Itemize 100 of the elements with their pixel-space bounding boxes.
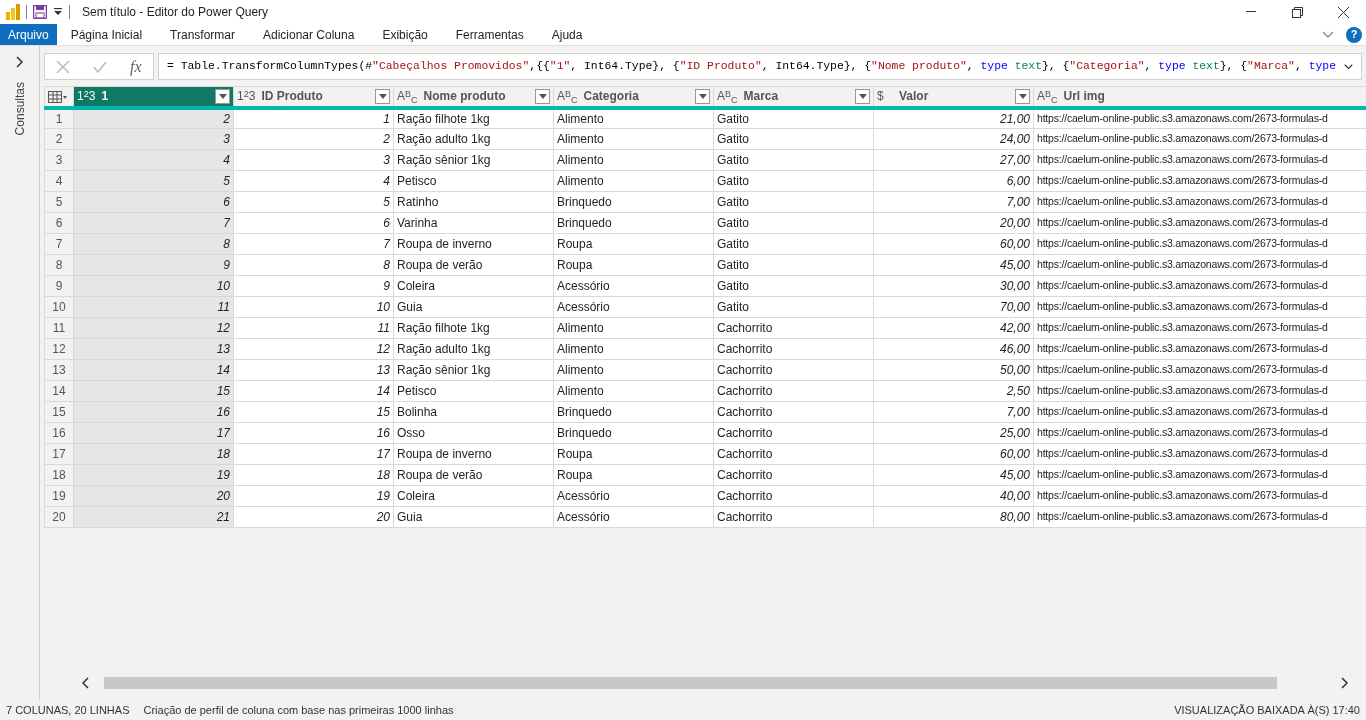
filter-dropdown-icon[interactable] <box>855 88 870 104</box>
table-menu-icon[interactable] <box>48 91 68 104</box>
table-cell: Cachorrito <box>713 506 874 528</box>
row-number: 3 <box>44 149 74 171</box>
column-header[interactable]: A$^{B}$$_{C}$ Marca <box>713 86 874 108</box>
filter-dropdown-icon[interactable] <box>215 88 230 104</box>
expand-icon[interactable] <box>15 56 24 68</box>
ribbon-tab[interactable]: Arquivo <box>0 24 57 45</box>
table-cell: Alimento <box>553 128 714 150</box>
close-icon[interactable] <box>1337 6 1349 18</box>
row-number: 7 <box>44 233 74 255</box>
collapse-ribbon-icon[interactable] <box>1322 30 1334 39</box>
table-cell: Alimento <box>553 380 714 402</box>
filter-dropdown-icon[interactable] <box>695 88 710 104</box>
column-header[interactable]: 1$^{2}$3 ID Produto <box>233 86 394 108</box>
table-cell: 60,00 <box>873 233 1034 255</box>
table-cell: 24,00 <box>873 128 1034 150</box>
table-cell: Cachorrito <box>713 317 874 339</box>
scroll-right-icon[interactable] <box>1340 677 1350 689</box>
save-icon[interactable] <box>33 5 47 19</box>
table-cell: Gatito <box>713 212 874 234</box>
table-cell: 12 <box>233 338 394 360</box>
column-header[interactable]: 1$^{2}$3 1 <box>73 86 234 108</box>
table-cell: Alimento <box>553 149 714 171</box>
table-cell: 7 <box>233 233 394 255</box>
table-cell: Gatito <box>713 107 874 129</box>
check-icon[interactable] <box>93 60 108 73</box>
type-icon[interactable]: $ <box>877 87 893 104</box>
table-cell: 20 <box>233 506 394 528</box>
table-cell: 40,00 <box>873 485 1034 507</box>
column-header[interactable]: A$^{B}$$_{C}$ Url img <box>1033 86 1366 108</box>
formula-field[interactable]: = Table.TransformColumnTypes(#"Cabeçalhos Promovidos",{{"1", Int64.Type}, {"ID Produto", Int64.Type}, {"Nome produto", type text}, {"Categoria", type text}, {"Marca", type <box>158 53 1362 80</box>
table-cell: Roupa <box>553 464 714 486</box>
ribbon-tab[interactable]: Ajuda <box>537 24 597 45</box>
table-cell: 6,00 <box>873 170 1034 192</box>
table-cell: 45,00 <box>873 464 1034 486</box>
expand-formula-icon[interactable] <box>1344 62 1353 71</box>
table-cell: 80,00 <box>873 506 1034 528</box>
table-cell: Gatito <box>713 128 874 150</box>
table-cell: Roupa <box>553 443 714 465</box>
type-icon[interactable]: 1$^{2}$3 <box>237 87 256 104</box>
table-cell: Coleira <box>393 275 554 297</box>
table-cell: Petisco <box>393 380 554 402</box>
row-number: 18 <box>44 464 74 486</box>
type-icon[interactable]: 1$^{2}$3 <box>77 87 96 104</box>
table-cell: Cachorrito <box>713 401 874 423</box>
table-cell: Ração adulto 1kg <box>393 128 554 150</box>
ribbon-tab[interactable]: Exibição <box>368 24 442 45</box>
column-header[interactable]: $ Valor <box>873 86 1034 108</box>
row-number: 9 <box>44 275 74 297</box>
table-cell: 27,00 <box>873 149 1034 171</box>
table-cell: Alimento <box>553 317 714 339</box>
table-cell: 4 <box>233 170 394 192</box>
table-cell: 8 <box>233 254 394 276</box>
scroll-left-icon[interactable] <box>80 677 90 689</box>
filter-dropdown-icon[interactable] <box>375 88 390 104</box>
help-button[interactable]: ? <box>1346 26 1362 43</box>
caret-icon[interactable] <box>53 7 63 17</box>
table-cell: Gatito <box>713 170 874 192</box>
restore-icon[interactable] <box>1291 6 1303 18</box>
table-cell: 3 <box>233 149 394 171</box>
table-cell: Brinquedo <box>553 191 714 213</box>
ribbon-tab[interactable]: Transformar <box>156 24 249 45</box>
table-cell: Gatito <box>713 191 874 213</box>
minimize-icon[interactable] <box>1246 11 1256 13</box>
row-number: 8 <box>44 254 74 276</box>
filter-dropdown-icon[interactable] <box>535 88 550 104</box>
table-cell: 16 <box>233 422 394 444</box>
row-number: 4 <box>44 170 74 192</box>
row-number: 16 <box>44 422 74 444</box>
ribbon-tab[interactable]: Adicionar Coluna <box>249 24 369 45</box>
table-cell: 2 <box>233 128 394 150</box>
ribbon-tab[interactable]: Página Inicial <box>56 24 157 45</box>
table-cell: Varinha <box>393 212 554 234</box>
row-number: 6 <box>44 212 74 234</box>
table-cell: Cachorrito <box>713 380 874 402</box>
table-cell: Gatito <box>713 296 874 318</box>
table-cell: Roupa <box>553 233 714 255</box>
table-cell: Cachorrito <box>713 359 874 381</box>
row-number: 2 <box>44 128 74 150</box>
table-cell: 60,00 <box>873 443 1034 465</box>
table-cell: Roupa de inverno <box>393 233 554 255</box>
table-cell: 2,50 <box>873 380 1034 402</box>
filter-dropdown-icon[interactable] <box>1015 88 1030 104</box>
row-number: 12 <box>44 338 74 360</box>
column-header[interactable]: A$^{B}$$_{C}$ Categoria <box>553 86 714 108</box>
insert-function-button[interactable]: fx <box>130 54 142 79</box>
table-cell: Alimento <box>553 107 714 129</box>
table-cell: Acessório <box>553 485 714 507</box>
table-cell: Cachorrito <box>713 338 874 360</box>
column-header[interactable]: A$^{B}$$_{C}$ Nome produto <box>393 86 554 108</box>
ribbon-tab[interactable]: Ferramentas <box>441 24 538 45</box>
row-number: 5 <box>44 191 74 213</box>
table-cell: Ração sênior 1kg <box>393 149 554 171</box>
table-cell: Acessório <box>553 506 714 528</box>
table-cell: 7,00 <box>873 191 1034 213</box>
table-cell: Ração sênior 1kg <box>393 359 554 381</box>
row-number: 19 <box>44 485 74 507</box>
scrollbar-thumb[interactable] <box>104 677 1278 689</box>
table-cell: 5 <box>233 191 394 213</box>
